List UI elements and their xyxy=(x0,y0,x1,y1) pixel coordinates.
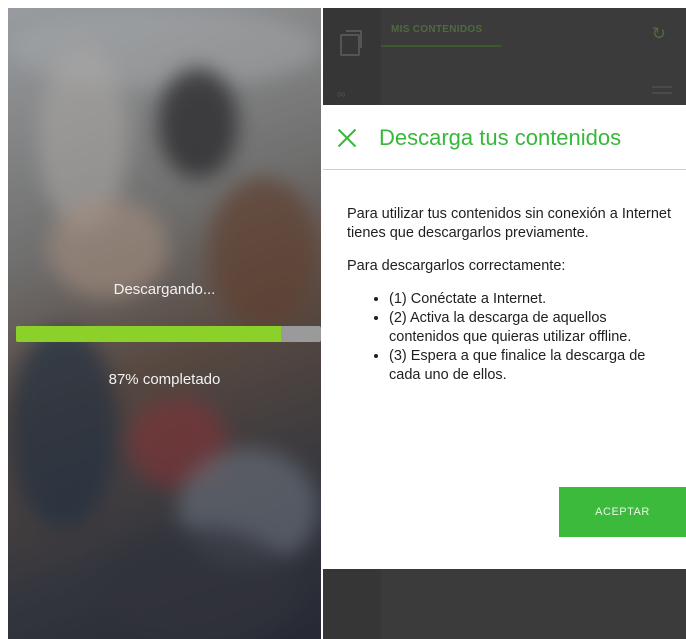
steps-list: (1) Conéctate a Internet. (2) Activa la … xyxy=(347,290,677,385)
download-progress-bar xyxy=(16,326,321,342)
photo-shade xyxy=(8,8,321,639)
close-icon[interactable] xyxy=(335,126,359,150)
download-dialog: Descarga tus contenidos Para utilizar tu… xyxy=(323,105,686,569)
dialog-title: Descarga tus contenidos xyxy=(379,125,622,150)
list-item: (2) Activa la descarga de aquellos conte… xyxy=(389,309,677,347)
list-item: (3) Espera a que finalice la descarga de… xyxy=(389,347,677,385)
menu-line xyxy=(652,92,672,94)
tab-mis-contenidos[interactable]: MIS CONTENIDOS xyxy=(391,24,482,35)
dialog-divider xyxy=(323,169,686,170)
download-splash: Descargando... 87% completado xyxy=(8,8,321,639)
download-status-label: Descargando... xyxy=(113,281,216,298)
tab-underline xyxy=(381,45,501,47)
small-glyph-icon: ⁰⁰ xyxy=(337,92,346,103)
dialog-paragraph: Para utilizar tus contenidos sin conexió… xyxy=(347,206,672,241)
accept-button[interactable]: ACEPTAR xyxy=(559,487,686,537)
menu-icon[interactable] xyxy=(652,86,672,98)
refresh-icon[interactable]: ↻ xyxy=(652,24,666,44)
screen: Descargando... 87% completado MIS CONTEN… xyxy=(0,0,686,639)
copy-icon[interactable] xyxy=(340,30,362,56)
menu-line xyxy=(652,86,672,88)
download-percent-label: 87% completado xyxy=(108,371,221,388)
list-item: (1) Conéctate a Internet. xyxy=(389,290,677,309)
dialog-body: Para utilizar tus contenidos sin conexió… xyxy=(347,205,677,385)
download-progress-fill xyxy=(16,326,282,342)
dialog-paragraph: Para descargarlos correctamente: xyxy=(347,258,566,274)
